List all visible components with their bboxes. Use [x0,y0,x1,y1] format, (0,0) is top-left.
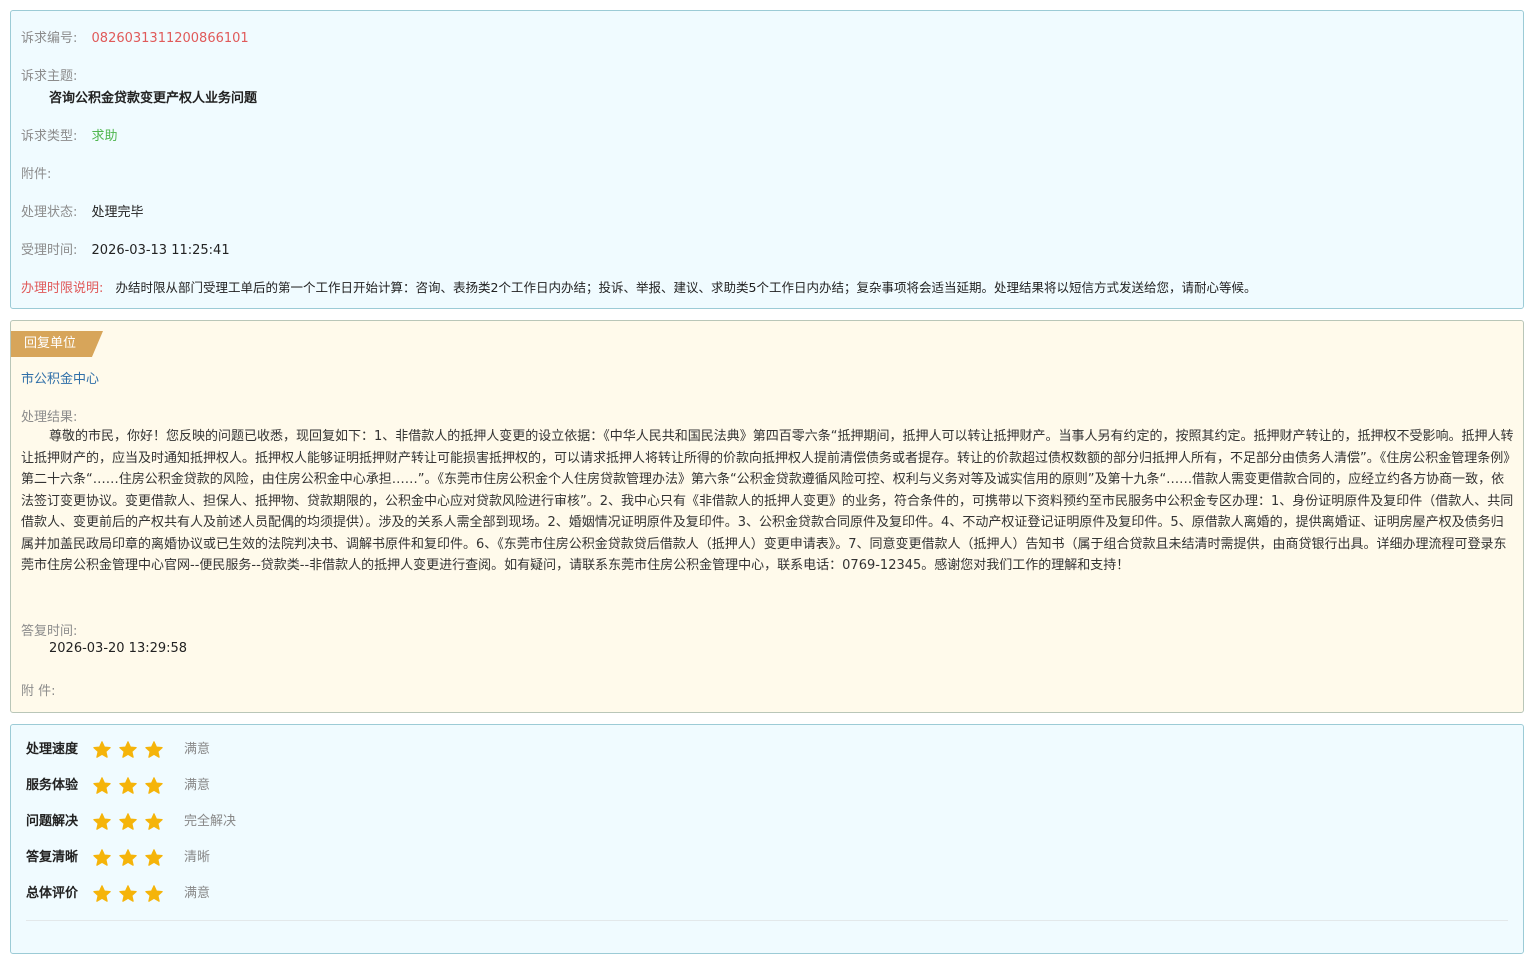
rating-value: 满意 [184,778,211,793]
result-text: 尊敬的市民，你好！您反映的问题已收悉，现回复如下：1、非借款人的抵押人变更的设立… [21,429,1514,573]
rating-label: 处理速度 [26,742,79,757]
rating-label: 总体评价 [26,886,79,901]
status-value: 处理完毕 [91,205,144,220]
star-icon [92,848,112,868]
result-label: 处理结果: [21,410,78,425]
reply-unit[interactable]: 市公积金中心 [21,368,99,387]
rating-row: 答复清晰 清晰 [26,846,210,870]
star-icon [118,776,138,796]
rating-row: 总体评价 满意 [26,882,210,906]
rating-value: 清晰 [184,850,211,865]
rating-stars [92,882,184,906]
star-icon [118,812,138,832]
rating-stars [92,810,184,834]
reply-time-label: 答复时间: [21,624,78,639]
rating-divider [26,920,1508,921]
rating-value: 满意 [184,742,211,757]
case-id-label: 诉求编号: [21,31,78,46]
star-icon [144,884,164,904]
status-row: 处理状态: 处理完毕 [21,201,144,220]
case-type-value: 求助 [91,129,118,144]
rating-panel: 处理速度 满意 服务体验 满意 问题解决 完全解决 答复清晰 清晰 总体评价 满意 [10,724,1524,954]
rating-row: 处理速度 满意 [26,738,210,762]
rating-label: 答复清晰 [26,850,79,865]
case-type-label: 诉求类型: [21,129,78,144]
rating-label: 服务体验 [26,778,79,793]
star-icon [118,740,138,760]
case-id-row: 诉求编号: 0826031311200866101 [21,27,249,46]
case-id-value: 0826031311200866101 [91,31,249,46]
attachment-label: 附件: [21,167,52,182]
reply-unit-tag: 回复单位 [11,331,103,357]
subject-value: 咨询公积金贷款变更产权人业务问题 [49,91,258,106]
deadline-value: 办结时限从部门受理工单后的第一个工作日开始计算：咨询、表扬类2个工作日内办结；投… [115,280,1257,295]
rating-stars [92,738,184,762]
reply-attachment-label: 附 件: [21,684,56,699]
accept-time-value: 2026-03-13 11:25:41 [91,243,230,258]
case-type-row: 诉求类型: 求助 [21,125,118,144]
rating-stars [92,774,184,798]
deadline-row: 办理时限说明: 办结时限从部门受理工单后的第一个工作日开始计算：咨询、表扬类2个… [21,277,1256,296]
attachment-row: 附件: [21,163,51,182]
reply-time-value: 2026-03-20 13:29:58 [49,641,188,656]
rating-stars [92,846,184,870]
star-icon [92,812,112,832]
star-icon [92,884,112,904]
star-icon [144,812,164,832]
case-info-panel: 诉求编号: 0826031311200866101 诉求主题: 咨询公积金贷款变… [10,10,1524,309]
star-icon [144,776,164,796]
accept-time-label: 受理时间: [21,243,78,258]
rating-value: 满意 [184,886,211,901]
star-icon [92,740,112,760]
star-icon [144,848,164,868]
accept-time-row: 受理时间: 2026-03-13 11:25:41 [21,239,230,258]
star-icon [144,740,164,760]
star-icon [118,848,138,868]
status-label: 处理状态: [21,205,78,220]
rating-label: 问题解决 [26,814,79,829]
reply-panel: 回复单位 市公积金中心 处理结果: 尊敬的市民，你好！您反映的问题已收悉，现回复… [10,320,1524,713]
subject-label: 诉求主题: [21,69,78,84]
star-icon [118,884,138,904]
star-icon [92,776,112,796]
rating-value: 完全解决 [184,814,237,829]
rating-row: 问题解决 完全解决 [26,810,236,834]
rating-row: 服务体验 满意 [26,774,210,798]
deadline-label: 办理时限说明: [21,281,104,296]
